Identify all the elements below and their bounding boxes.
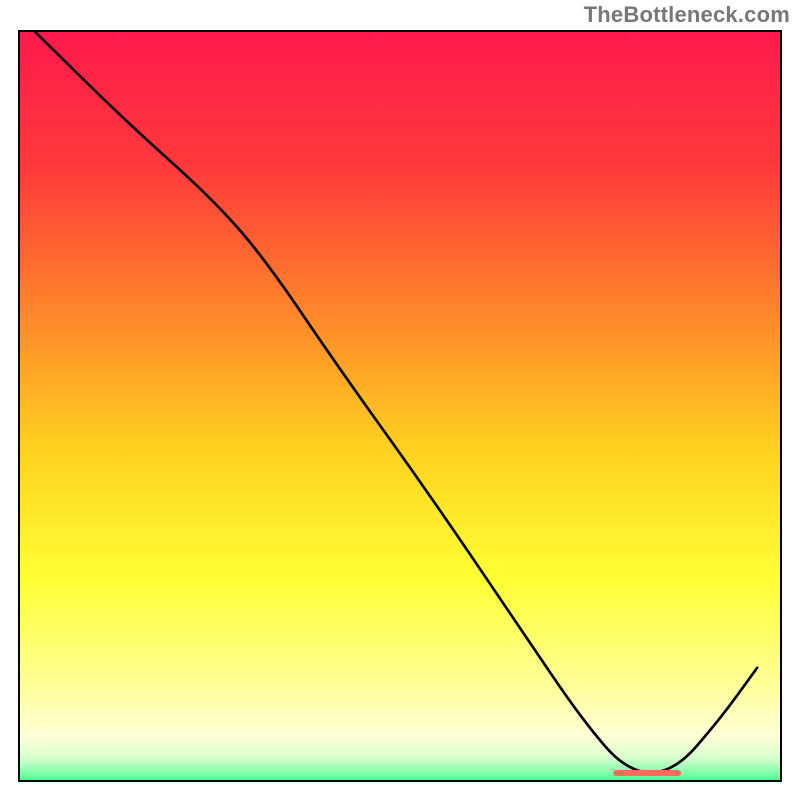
watermark-text: TheBottleneck.com xyxy=(584,2,790,28)
bottleneck-curve xyxy=(20,32,780,780)
chart-frame: TheBottleneck.com xyxy=(0,0,800,800)
plot-area xyxy=(18,30,782,782)
optimum-marker xyxy=(613,770,681,776)
